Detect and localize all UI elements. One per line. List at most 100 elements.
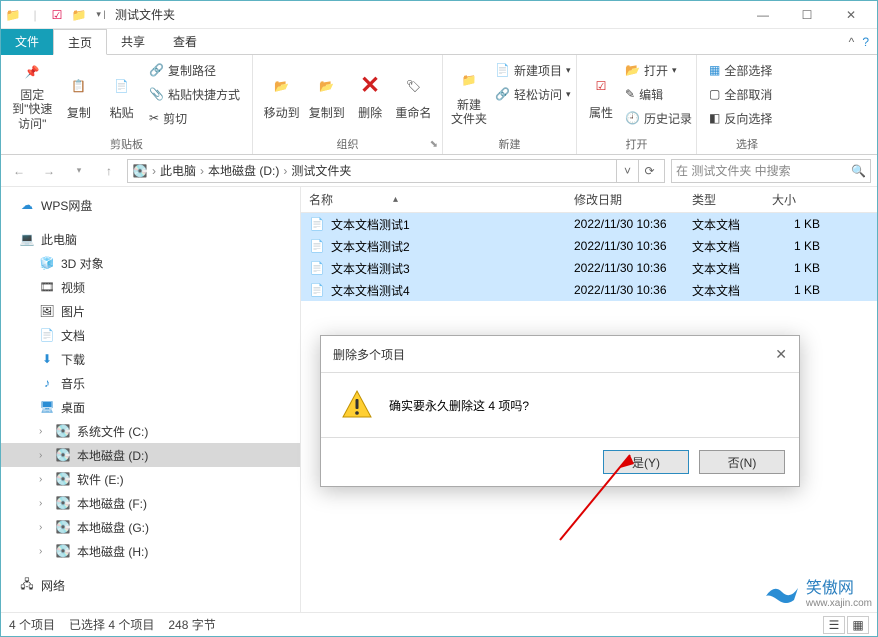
window-title: 测试文件夹 bbox=[115, 6, 175, 23]
sidebar-item-drive-e[interactable]: ›💽软件 (E:) bbox=[1, 467, 300, 491]
copy-path-button[interactable]: 🔗复制路径 bbox=[145, 59, 244, 81]
help-icon[interactable]: ? bbox=[862, 35, 869, 49]
crumb-drive-d[interactable]: 本地磁盘 (D:) bbox=[208, 162, 279, 179]
list-item[interactable]: 📄文本文档测试2 2022/11/30 10:36 文本文档 1 KB bbox=[301, 235, 877, 257]
sidebar-item-desktop[interactable]: 🖥桌面 bbox=[1, 395, 300, 419]
search-input[interactable]: 在 测试文件夹 中搜索 🔍 bbox=[671, 159, 871, 183]
qat-dropdown-icon[interactable]: ▾ | bbox=[93, 7, 109, 23]
sidebar-item-3d[interactable]: 🧊3D 对象 bbox=[1, 251, 300, 275]
tab-home[interactable]: 主页 bbox=[53, 29, 107, 55]
sidebar-item-documents[interactable]: 📄文档 bbox=[1, 323, 300, 347]
new-folder-button[interactable]: 📁 新建 文件夹 bbox=[451, 59, 487, 131]
dialog-close-button[interactable]: ✕ bbox=[775, 346, 787, 363]
copy-button[interactable]: 📋 复制 bbox=[60, 59, 99, 131]
paste-shortcut-button[interactable]: 📎粘贴快捷方式 bbox=[145, 83, 244, 105]
chevron-right-icon[interactable]: › bbox=[39, 546, 49, 557]
sidebar-item-music[interactable]: ♪音乐 bbox=[1, 371, 300, 395]
nav-forward-button[interactable]: → bbox=[37, 159, 61, 183]
history-button[interactable]: 🕘历史记录 bbox=[621, 107, 696, 129]
dialog-no-button[interactable]: 否(N) bbox=[699, 450, 785, 474]
open-button[interactable]: 📂打开▾ bbox=[621, 59, 696, 81]
ribbon-collapse-icon[interactable]: ^ bbox=[849, 35, 855, 49]
sidebar-item-pictures[interactable]: 🖼图片 bbox=[1, 299, 300, 323]
open-group-label: 打开 bbox=[585, 134, 688, 152]
drive-icon: 💽 bbox=[55, 447, 71, 463]
minimize-button[interactable]: — bbox=[741, 1, 785, 29]
breadcrumb-dropdown-button[interactable]: ˅ bbox=[616, 160, 638, 182]
paste-label: 粘贴 bbox=[110, 104, 134, 121]
invert-selection-button[interactable]: ◧反向选择 bbox=[705, 107, 776, 129]
close-button[interactable]: ✕ bbox=[829, 1, 873, 29]
address-bar: ← → ▾ ↑ 💽 › 此电脑 › 本地磁盘 (D:) › 测试文件夹 ˅ ⟳ … bbox=[1, 155, 877, 187]
move-to-icon: 📂 bbox=[266, 70, 298, 102]
cut-button[interactable]: ✂剪切 bbox=[145, 107, 244, 129]
tab-share[interactable]: 共享 bbox=[107, 29, 159, 55]
edit-button[interactable]: ✎编辑 bbox=[621, 83, 696, 105]
chevron-right-icon[interactable]: › bbox=[39, 522, 49, 533]
sidebar-item-drive-h[interactable]: ›💽本地磁盘 (H:) bbox=[1, 539, 300, 563]
video-icon: 🎞 bbox=[39, 279, 55, 295]
nav-recent-button[interactable]: ▾ bbox=[67, 159, 91, 183]
list-item[interactable]: 📄文本文档测试4 2022/11/30 10:36 文本文档 1 KB bbox=[301, 279, 877, 301]
group-expand-icon[interactable]: ⬊ bbox=[430, 139, 438, 150]
qat-folder-icon[interactable]: 📁 bbox=[71, 7, 87, 23]
status-bar: 4 个项目 已选择 4 个项目 248 字节 ☰ ▦ bbox=[1, 612, 877, 636]
chevron-right-icon[interactable]: › bbox=[39, 498, 49, 509]
select-all-button[interactable]: ▦全部选择 bbox=[705, 59, 776, 81]
sidebar-item-wps[interactable]: ☁WPS网盘 bbox=[1, 193, 300, 217]
sidebar-item-drive-c[interactable]: ›💽系统文件 (C:) bbox=[1, 419, 300, 443]
chevron-right-icon[interactable]: › bbox=[39, 426, 49, 437]
chevron-right-icon[interactable]: › bbox=[152, 164, 156, 178]
tab-view[interactable]: 查看 bbox=[159, 29, 211, 55]
sidebar-item-drive-f[interactable]: ›💽本地磁盘 (F:) bbox=[1, 491, 300, 515]
select-none-button[interactable]: ▢全部取消 bbox=[705, 83, 776, 105]
sidebar-item-videos[interactable]: 🎞视频 bbox=[1, 275, 300, 299]
breadcrumb[interactable]: 💽 › 此电脑 › 本地磁盘 (D:) › 测试文件夹 ˅ ⟳ bbox=[127, 159, 665, 183]
rename-button[interactable]: 🏷 重命名 bbox=[393, 59, 434, 131]
titlebar: 📁 | ☑ 📁 ▾ | 测试文件夹 — ☐ ✕ bbox=[1, 1, 877, 29]
nav-sidebar: ☁WPS网盘 💻此电脑 🧊3D 对象 🎞视频 🖼图片 📄文档 ⬇下载 ♪音乐 🖥… bbox=[1, 187, 301, 612]
easy-access-button[interactable]: 🔗轻松访问▾ bbox=[491, 83, 575, 105]
maximize-button[interactable]: ☐ bbox=[785, 1, 829, 29]
status-bytes: 248 字节 bbox=[168, 616, 215, 633]
chevron-right-icon[interactable]: › bbox=[39, 474, 49, 485]
chevron-right-icon[interactable]: › bbox=[39, 450, 49, 461]
search-icon[interactable]: 🔍 bbox=[851, 164, 866, 178]
new-item-button[interactable]: 📄新建项目▾ bbox=[491, 59, 575, 81]
check-icon[interactable]: ☑ bbox=[49, 7, 65, 23]
paste-button[interactable]: 📄 粘贴 bbox=[102, 59, 141, 131]
delete-label: 删除 bbox=[358, 104, 382, 121]
view-details-button[interactable]: ☰ bbox=[823, 616, 845, 634]
chevron-right-icon[interactable]: › bbox=[283, 164, 287, 178]
column-size[interactable]: 大小 bbox=[764, 187, 828, 212]
crumb-folder[interactable]: 测试文件夹 bbox=[291, 162, 351, 179]
cloud-icon: ☁ bbox=[19, 197, 35, 213]
copy-to-button[interactable]: 📂 复制到 bbox=[306, 59, 347, 131]
nav-back-button[interactable]: ← bbox=[7, 159, 31, 183]
pin-to-quick-access-button[interactable]: 📌 固定到"快速访问" bbox=[9, 59, 56, 131]
ribbon: 📌 固定到"快速访问" 📋 复制 📄 粘贴 🔗复制路径 📎粘贴快捷方式 ✂剪切 bbox=[1, 55, 877, 155]
view-icons-button[interactable]: ▦ bbox=[847, 616, 869, 634]
column-date[interactable]: 修改日期 bbox=[566, 187, 684, 212]
status-selected-count: 已选择 4 个项目 bbox=[69, 616, 154, 633]
refresh-button[interactable]: ⟳ bbox=[638, 160, 660, 182]
sidebar-item-downloads[interactable]: ⬇下载 bbox=[1, 347, 300, 371]
column-name[interactable]: 名称 bbox=[301, 187, 566, 212]
tab-file[interactable]: 文件 bbox=[1, 29, 53, 55]
delete-button[interactable]: ✕ 删除 bbox=[351, 59, 388, 131]
properties-button[interactable]: ☑ 属性 bbox=[585, 59, 617, 131]
list-item[interactable]: 📄文本文档测试1 2022/11/30 10:36 文本文档 1 KB bbox=[301, 213, 877, 235]
sidebar-item-this-pc[interactable]: 💻此电脑 bbox=[1, 227, 300, 251]
edit-label: 编辑 bbox=[639, 86, 663, 103]
nav-up-button[interactable]: ↑ bbox=[97, 159, 121, 183]
delete-confirm-dialog: 删除多个项目 ✕ 确实要永久删除这 4 项吗? 是(Y) 否(N) bbox=[320, 335, 800, 487]
chevron-right-icon[interactable]: › bbox=[200, 164, 204, 178]
dialog-yes-button[interactable]: 是(Y) bbox=[603, 450, 689, 474]
sidebar-item-drive-d[interactable]: ›💽本地磁盘 (D:) bbox=[1, 443, 300, 467]
sidebar-item-network[interactable]: 🖧网络 bbox=[1, 573, 300, 597]
crumb-this-pc[interactable]: 此电脑 bbox=[160, 162, 196, 179]
sidebar-item-drive-g[interactable]: ›💽本地磁盘 (G:) bbox=[1, 515, 300, 539]
move-to-button[interactable]: 📂 移动到 bbox=[261, 59, 302, 131]
list-item[interactable]: 📄文本文档测试3 2022/11/30 10:36 文本文档 1 KB bbox=[301, 257, 877, 279]
column-type[interactable]: 类型 bbox=[684, 187, 764, 212]
